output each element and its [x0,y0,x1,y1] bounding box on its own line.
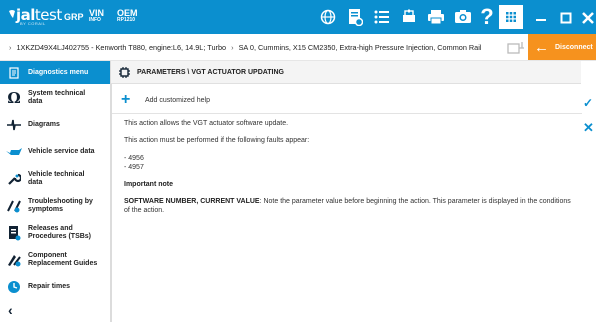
grp-button[interactable]: GRP [64,13,84,22]
sidebar-item-label: Diagrams [28,120,60,128]
sidebar-item-releases-procedures[interactable]: Releases and Procedures (TSBs) [0,219,110,246]
content-panel: + Add customized help This action allows… [111,84,582,322]
sidebar: Diagnostics menu Ω System technical data … [0,61,111,322]
printer-icon[interactable] [426,7,446,27]
vin-info-button[interactable]: VIN INFO [89,9,104,24]
diagram-icon [0,118,28,132]
cancel-close-icon[interactable]: ✕ [583,120,594,136]
sidebar-item-vehicle-service-data[interactable]: Vehicle service data [0,138,110,165]
sidebar-item-label: Component [28,251,67,259]
sidebar-item-diagrams[interactable]: Diagrams [0,111,110,138]
diagnostics-icon [0,66,28,79]
book-icon [0,225,28,241]
important-note-text-cont: of the action. [124,207,165,214]
sidebar-item-repair-times[interactable]: Repair times [0,273,110,300]
chevron-right-icon: › [231,43,234,52]
important-note-heading: Important note [124,181,173,188]
clock-icon [0,280,28,294]
breadcrumb-vehicle[interactable]: 1XKZD49X4LJ402755 - Kenworth T880, engin… [16,43,226,52]
sidebar-item-label: Replacement Guides [28,259,98,267]
breadcrumb: › 1XKZD49X4LJ402755 - Kenworth T880, eng… [0,34,596,61]
breadcrumb-path: › 1XKZD49X4LJ402755 - Kenworth T880, eng… [6,43,482,52]
list-icon[interactable] [372,7,392,27]
disconnect-button[interactable]: ← Disconnect [528,34,596,60]
logo-subtitle: BY CORAIL [20,21,46,26]
page-title: PARAMETERS \ VGT ACTUATOR UPDATING [137,68,284,76]
arrow-left-icon: ← [534,38,549,56]
replace-tools-icon [0,253,28,267]
add-help-label: Add customized help [145,96,210,104]
sidebar-item-system-technical-data[interactable]: Ω System technical data [0,84,110,111]
sidebar-item-troubleshooting[interactable]: Troubleshooting by symptoms [0,192,110,219]
breadcrumb-system[interactable]: SA 0, Cummins, X15 CM2350, Extra-high Pr… [239,43,482,52]
fault-code: - 4956 [124,155,144,162]
note-body-text: : Note the parameter value before beginn… [259,198,571,205]
sidebar-item-vehicle-technical-data[interactable]: Vehicle technical data [0,165,110,192]
disconnect-label: Disconnect [555,43,593,51]
help-icon[interactable]: ? [477,6,497,28]
chevron-right-icon: › [9,43,12,52]
oem-button[interactable]: OEM RP1210 [117,9,138,24]
sidebar-item-label: Vehicle technical [28,170,85,178]
logo-mark-icon [9,10,15,18]
oem-sublabel: RP1210 [117,17,136,23]
wrench-icon [0,172,28,186]
connection-status-icon [507,42,524,54]
description-text: This action allows the VGT actuator soft… [124,120,289,127]
sidebar-item-label: Repair times [28,282,71,290]
tools-icon [0,199,28,213]
minimize-icon[interactable] [531,7,551,27]
action-bar: ✓ ✕ [581,84,596,322]
sidebar-item-label: Procedures (TSBs) [28,232,92,240]
grid-icon[interactable] [499,5,523,29]
divider [112,113,582,114]
sidebar-header-label: Diagnostics menu [28,69,89,76]
close-icon[interactable] [580,7,596,27]
note-bold-text: SOFTWARE NUMBER, CURRENT VALUE [124,198,260,205]
oil-can-icon [0,146,28,158]
collapse-sidebar-icon[interactable]: ‹ [8,302,13,318]
omega-icon: Ω [7,88,21,107]
add-customized-help-button[interactable]: + Add customized help [121,91,210,108]
sidebar-item-label: System technical [28,89,86,97]
camera-icon[interactable] [453,7,473,27]
sidebar-item-label: Troubleshooting by [28,197,93,205]
document-icon[interactable] [345,7,365,27]
confirm-check-icon[interactable]: ✓ [583,96,593,110]
top-toolbar: jaltest BY CORAIL GRP VIN INFO OEM RP121… [0,0,596,34]
important-note-text: SOFTWARE NUMBER, CURRENT VALUE: Note the… [124,198,571,205]
globe-icon[interactable] [318,7,338,27]
chip-icon [111,66,137,79]
content-header: PARAMETERS \ VGT ACTUATOR UPDATING [111,61,581,84]
sidebar-header[interactable]: Diagnostics menu [0,61,110,84]
sidebar-item-component-replacement[interactable]: Component Replacement Guides [0,246,110,273]
fault-code: - 4957 [124,164,144,171]
sidebar-item-label: Vehicle service data [28,147,95,155]
sidebar-item-label: Releases and [28,224,73,232]
plus-icon: + [121,91,131,108]
app-logo: jaltest BY CORAIL [8,6,62,28]
car-icon[interactable] [399,7,419,27]
fault-intro-text: This action must be performed if the fol… [124,137,310,144]
sidebar-item-label: symptoms [28,205,64,213]
sidebar-item-label: data [28,97,43,105]
sidebar-item-label: data [28,178,43,186]
maximize-icon[interactable] [556,7,576,27]
